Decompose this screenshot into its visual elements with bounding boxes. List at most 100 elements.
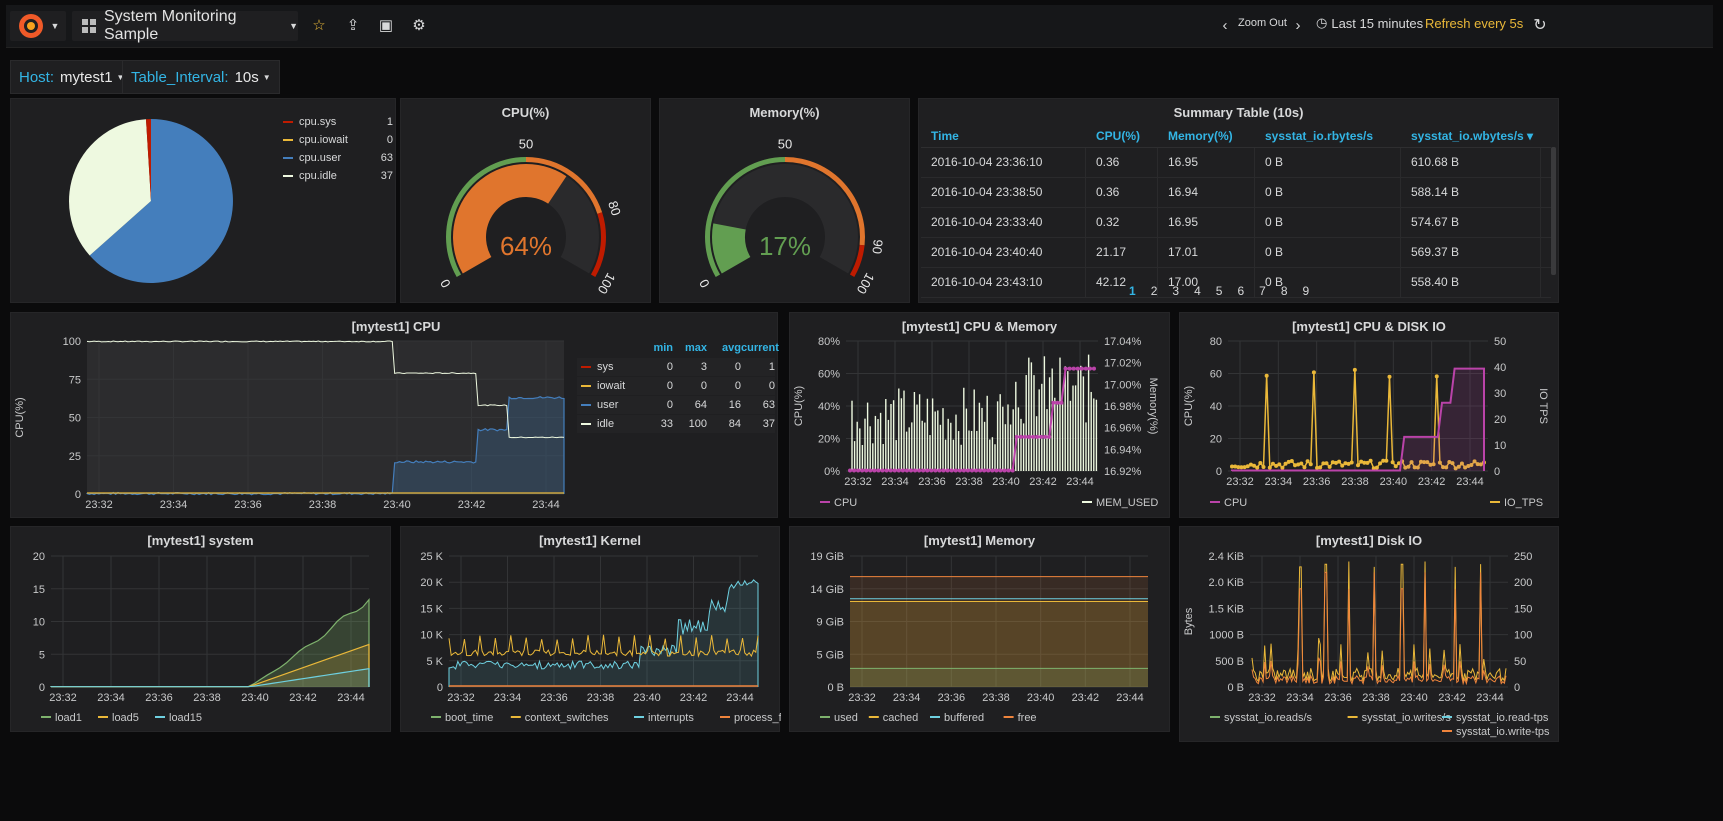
legend-value: 0	[666, 361, 673, 373]
grafana-menu-button[interactable]: ▼	[10, 11, 66, 41]
legend-label: load15	[169, 712, 202, 724]
x-tick-label: 23:40	[1380, 476, 1408, 488]
page-link[interactable]: 8	[1281, 284, 1288, 298]
caret-down-icon: ▼	[262, 72, 271, 82]
y-tick-label: 0 B	[827, 682, 844, 694]
legend-name-cell: iowait	[577, 380, 639, 392]
gear-icon[interactable]: ⚙	[408, 15, 430, 37]
x-tick-label: 23:40	[241, 692, 269, 704]
legend-value: 3	[700, 361, 707, 373]
legend-value: 1	[768, 361, 775, 373]
refresh-icon[interactable]: ↻	[1529, 15, 1551, 37]
y-tick-label: 15	[33, 584, 45, 596]
cpu-graph-panel: [mytest1] CPU 0 25 50 75 100 23:32 23:34 23:36 2…	[10, 312, 779, 518]
y-tick-label: 2.4 KiB	[1209, 551, 1244, 563]
kernel-panel: [mytest1] Kernel 05 K 10 K 15 K 20 K 25 K 23:…	[400, 526, 781, 732]
legend-name-cell: idle	[577, 418, 639, 430]
summary-table: Time CPU(%) Memory(%) sysstat_io.rbytes/s sy…	[921, 125, 1551, 298]
variable-value: mytest1	[60, 68, 113, 86]
y-tick-label: 20	[33, 551, 45, 563]
y2-tick-label: 10	[1494, 440, 1506, 452]
table-cell: 0 B	[1255, 178, 1401, 207]
x-tick-label: 23:34	[97, 692, 125, 704]
table-cell: 17.01	[1158, 238, 1255, 267]
dashboard-picker-button[interactable]: System Monitoring Sample ▼	[72, 8, 298, 43]
page-link[interactable]: 5	[1216, 284, 1223, 298]
x-tick-label: 23:32	[1248, 692, 1276, 704]
y-tick-label: 20	[1210, 434, 1222, 446]
page-link[interactable]: 7	[1259, 284, 1266, 298]
x-tick-label: 23:44	[337, 692, 365, 704]
gauge-tick-label: 0	[437, 277, 454, 291]
used-area	[850, 668, 1148, 687]
page-link[interactable]: 3	[1172, 284, 1179, 298]
x-tick-label: 23:42	[1438, 692, 1466, 704]
table-cell: 2016-10-04 23:36:10	[921, 148, 1086, 177]
legend-label: sysstat_io.writes/s	[1362, 712, 1452, 724]
x-tick-label: 23:40	[383, 499, 411, 511]
y2-tick-label: 0	[1494, 466, 1500, 478]
page-link[interactable]: 6	[1237, 284, 1244, 298]
x-tick-label: 23:34	[881, 476, 909, 488]
legend-value: 0	[734, 361, 741, 373]
table-header-cell: Memory(%)	[1168, 129, 1233, 143]
legend-label: sysstat_io.write-tps	[1456, 726, 1550, 738]
chevron-left-icon[interactable]: ‹	[1214, 15, 1236, 37]
y2-tick-label: 50	[1514, 656, 1526, 668]
y-axis-label: CPU(%)	[14, 397, 26, 437]
y2-axis-label: Memory(%)	[1147, 378, 1159, 435]
legend-label: cached	[883, 712, 918, 724]
y-tick-label: 75	[69, 374, 81, 386]
legend-label: idle	[597, 418, 615, 430]
y-tick-label: 500 B	[1215, 656, 1244, 668]
x-tick-label: 23:42	[289, 692, 317, 704]
save-icon[interactable]: ▣	[375, 15, 397, 37]
share-icon[interactable]: ⇪	[342, 15, 364, 37]
legend-value: 64	[694, 399, 707, 411]
panel-title: Summary Table (10s)	[1173, 105, 1304, 120]
x-tick-label: 23:38	[1341, 476, 1369, 488]
y-tick-label: 5 GiB	[816, 649, 844, 661]
x-tick-label: 23:34	[494, 692, 522, 704]
table-header-cell: sysstat_io.wbytes/s ▾	[1411, 129, 1534, 143]
y-tick-label: 40%	[818, 401, 840, 413]
table-interval-variable[interactable]: Table_Interval: 10s ▼	[122, 60, 280, 94]
diskio-graph: 0 B 500 B 1000 B 1.5 KiB 2.0 KiB 2.4 KiB 0 50 10…	[1183, 551, 1560, 738]
legend-value: 33	[660, 418, 673, 430]
y2-tick-label: 17.00%	[1104, 379, 1142, 391]
host-variable[interactable]: Host: mytest1 ▼	[10, 60, 134, 94]
page-link[interactable]: 1	[1129, 284, 1136, 298]
variable-value: 10s	[234, 68, 259, 86]
page-link[interactable]: 9	[1303, 284, 1310, 298]
table-cell: 16.95	[1158, 208, 1255, 237]
legend-header-cell: max	[684, 342, 707, 354]
x-tick-label: 23:34	[160, 499, 188, 511]
y2-tick-label: 16.96%	[1104, 423, 1142, 435]
table-scrollbar[interactable]	[1551, 147, 1556, 275]
page-link[interactable]: 2	[1151, 284, 1158, 298]
legend-swatch	[581, 404, 591, 406]
page-link[interactable]: 4	[1194, 284, 1201, 298]
y-tick-label: 80	[1210, 336, 1222, 348]
pie-legend-item: cpu.idle 37	[283, 167, 393, 185]
memory-gauge-panel: Memory(%) 0 50 90 100 17%	[659, 98, 910, 303]
x-tick-label: 23:44	[1116, 692, 1144, 704]
legend-value: 37	[762, 418, 775, 430]
x-tick-label: 23:36	[1303, 476, 1331, 488]
legend-header-cell: current	[741, 342, 779, 354]
memory-graph: 0 B 5 GiB 9 GiB 14 GiB 19 GiB 23:32 23:34 23:36…	[810, 551, 1148, 724]
series-interrupts-line	[448, 579, 759, 687]
x-tick-label: 23:42	[1418, 476, 1446, 488]
zoom-out-button[interactable]: Zoom Out	[1238, 17, 1287, 29]
chevron-right-icon[interactable]: ›	[1287, 15, 1309, 37]
star-icon[interactable]: ☆	[308, 15, 330, 37]
legend-label: IO_TPS	[1504, 497, 1543, 509]
refresh-interval-label[interactable]: Refresh every 5s	[1425, 16, 1523, 31]
y-tick-label: 20%	[818, 434, 840, 446]
y-tick-label: 1000 B	[1209, 630, 1244, 642]
time-range-label: Last 15 minutes	[1331, 15, 1424, 31]
y-axis-label: CPU(%)	[1183, 386, 1195, 426]
legend-value: 0	[666, 399, 673, 411]
legend-label: buffered	[944, 712, 984, 724]
time-range-picker[interactable]: ◷ Last 15 minutes	[1316, 15, 1423, 31]
